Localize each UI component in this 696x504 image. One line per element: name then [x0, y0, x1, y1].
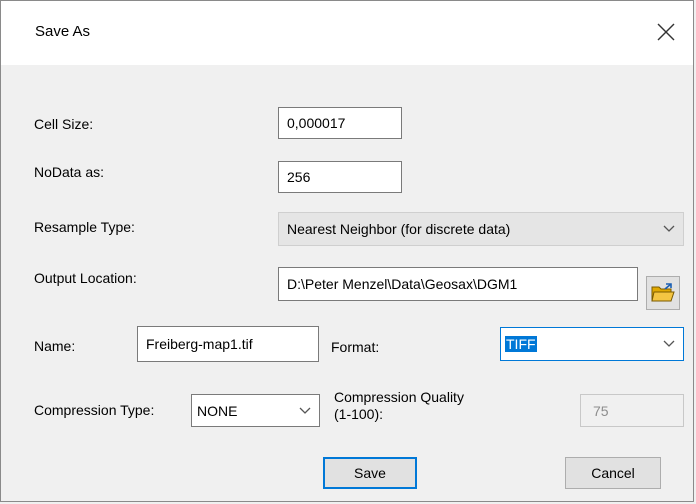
chevron-down-icon: [299, 407, 311, 414]
format-value: TIFF: [505, 336, 537, 352]
chevron-down-icon: [663, 340, 675, 347]
format-label: Format:: [331, 339, 380, 355]
chevron-down-icon: [663, 225, 675, 232]
browse-folder-button[interactable]: [646, 276, 680, 310]
close-icon: [657, 23, 675, 41]
save-as-dialog: Save As Cell Size: 0,000017 NoData as: 2…: [0, 0, 694, 502]
compression-type-value: NONE: [197, 402, 238, 419]
compression-type-select[interactable]: NONE: [191, 394, 320, 427]
cell-size-input[interactable]: 0,000017: [278, 107, 402, 139]
title-bar: Save As: [1, 1, 693, 65]
nodata-label: NoData as:: [34, 164, 105, 180]
resample-type-select[interactable]: Nearest Neighbor (for discrete data): [278, 212, 684, 246]
cell-size-label: Cell Size:: [34, 116, 94, 132]
cancel-button[interactable]: Cancel: [565, 457, 661, 489]
nodata-value: 256: [287, 169, 311, 185]
nodata-input[interactable]: 256: [278, 161, 402, 193]
cell-size-value: 0,000017: [287, 115, 346, 131]
compression-quality-value: 75: [593, 402, 609, 419]
compression-type-label: Compression Type:: [34, 402, 155, 418]
name-value: Freiberg-map1.tif: [146, 336, 253, 352]
close-button[interactable]: [653, 19, 679, 45]
compression-quality-label-line2: (1-100):: [334, 406, 384, 422]
output-location-input[interactable]: D:\Peter Menzel\Data\Geosax\DGM1: [278, 267, 638, 301]
format-select[interactable]: TIFF: [500, 327, 684, 361]
resample-type-value: Nearest Neighbor (for discrete data): [287, 221, 511, 237]
compression-quality-input[interactable]: 75: [580, 394, 684, 427]
compression-quality-label: Compression Quality (1-100):: [334, 389, 464, 423]
open-folder-icon: [651, 283, 675, 302]
output-location-label: Output Location:: [34, 270, 137, 286]
name-input[interactable]: Freiberg-map1.tif: [137, 326, 319, 362]
output-location-value: D:\Peter Menzel\Data\Geosax\DGM1: [287, 276, 518, 292]
window-title: Save As: [35, 23, 91, 40]
compression-quality-label-line1: Compression Quality: [334, 389, 464, 405]
name-label: Name:: [34, 338, 76, 354]
resample-type-label: Resample Type:: [34, 219, 135, 235]
save-button[interactable]: Save: [323, 457, 417, 489]
